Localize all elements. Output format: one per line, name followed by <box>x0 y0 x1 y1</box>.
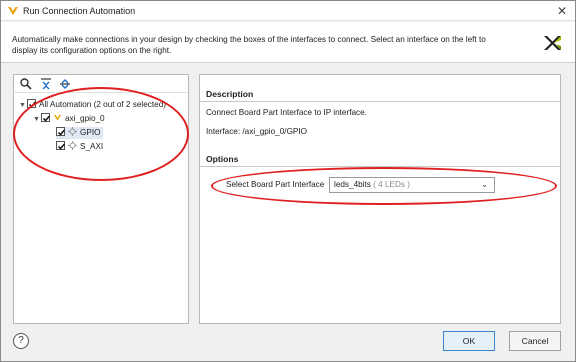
tree-item-label: S_AXI <box>80 142 104 151</box>
details-panel: Description Connect Board Part Interface… <box>199 74 561 324</box>
bpi-selected-detail: ( 4 LEDs ) <box>373 180 411 189</box>
tree-item-gpio[interactable]: GPIO <box>56 127 104 139</box>
tree-item-label: axi_gpio_0 <box>65 114 105 123</box>
title-bar: Run Connection Automation ✕ <box>1 1 575 21</box>
all-automation-checkbox[interactable] <box>27 99 37 108</box>
ok-button[interactable]: OK <box>443 331 495 351</box>
chevron-down-icon[interactable]: ▼ <box>18 100 27 112</box>
header-divider <box>1 62 575 63</box>
ip-block-icon <box>54 115 61 121</box>
cancel-button[interactable]: Cancel <box>509 331 561 351</box>
board-part-interface-label: Select Board Part Interface <box>226 180 325 189</box>
s-axi-checkbox[interactable] <box>56 141 66 150</box>
automation-tree-panel: ▼ All Automation (2 out of 2 selected) ▼ a… <box>13 74 189 324</box>
expand-all-icon[interactable] <box>58 77 72 91</box>
tree-item-axi-gpio[interactable]: ▼ axi_gpio_0 <box>32 113 105 125</box>
chevron-down-icon[interactable]: ⌄ <box>481 178 488 192</box>
description-text: Connect Board Part Interface to IP inter… <box>206 108 367 117</box>
interface-text: Interface: /axi_gpio_0/GPIO <box>206 127 308 136</box>
interface-port-icon <box>68 141 77 150</box>
tree-toolbar <box>14 75 188 93</box>
search-icon[interactable] <box>19 77 33 91</box>
chevron-down-icon[interactable]: ▼ <box>32 114 41 126</box>
header-description: Automatically make connections in your d… <box>12 35 486 55</box>
interface-port-icon <box>68 127 77 136</box>
board-part-interface-select[interactable]: leds_4bits ( 4 LEDs ) ⌄ <box>329 177 495 193</box>
vivado-app-icon <box>8 7 18 15</box>
description-heading: Description <box>206 89 254 99</box>
section-divider <box>200 166 560 167</box>
gpio-checkbox[interactable] <box>56 127 66 136</box>
axi-gpio-checkbox[interactable] <box>41 113 51 122</box>
dialog-header: Automatically make connections in your d… <box>1 22 575 62</box>
close-icon[interactable]: ✕ <box>555 4 569 18</box>
help-button[interactable]: ? <box>13 333 29 349</box>
tree-item-s-axi[interactable]: S_AXI <box>56 141 103 153</box>
tree-item-label: GPIO <box>80 128 101 137</box>
dialog-window: Run Connection Automation ✕ Automaticall… <box>0 0 576 362</box>
window-title: Run Connection Automation <box>23 6 136 16</box>
tree-item-all-automation[interactable]: ▼ All Automation (2 out of 2 selected) <box>18 99 166 111</box>
bpi-selected-value: leds_4bits <box>334 180 371 189</box>
section-divider <box>200 101 560 102</box>
options-heading: Options <box>206 154 239 164</box>
collapse-all-icon[interactable] <box>39 77 53 91</box>
xilinx-logo-icon <box>544 36 561 50</box>
tree-item-label: All Automation (2 out of 2 selected) <box>39 100 166 109</box>
